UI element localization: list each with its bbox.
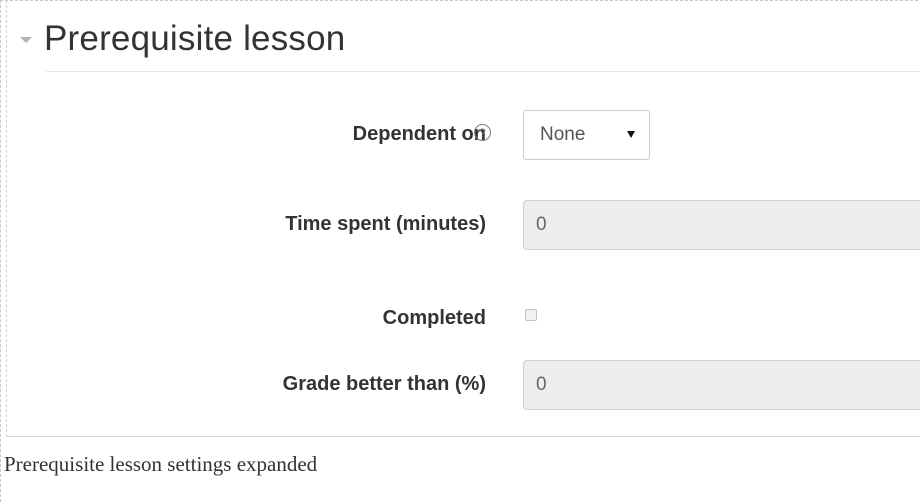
grade-better-than-label: Grade better than (%) [282,372,486,395]
dependent-on-label: Dependent on [352,122,486,145]
completed-row: Completed [0,294,920,342]
grade-better-than-row: Grade better than (%) 0 [0,360,920,410]
help-icon[interactable]: ? [474,124,491,141]
completed-checkbox[interactable] [525,309,537,321]
dependent-on-selected-value: None [540,124,586,145]
time-spent-label: Time spent (minutes) [285,212,486,235]
dropdown-arrow-icon [627,131,635,138]
figure-caption: Prerequisite lesson settings expanded [4,452,318,476]
header-divider [46,71,920,72]
dependent-on-row: Dependent on ? None [0,110,920,160]
grade-better-than-value: 0 [536,374,547,395]
completed-label: Completed [382,306,486,329]
dependent-on-select[interactable]: None [523,110,650,160]
time-spent-value: 0 [536,214,547,235]
fieldset-legend[interactable]: Prerequisite lesson [20,14,345,64]
grade-better-than-input[interactable]: 0 [523,360,920,410]
time-spent-row: Time spent (minutes) 0 [0,200,920,250]
time-spent-input[interactable]: 0 [523,200,920,250]
collapse-caret-icon[interactable] [20,37,32,43]
fieldset-title[interactable]: Prerequisite lesson [44,19,345,59]
